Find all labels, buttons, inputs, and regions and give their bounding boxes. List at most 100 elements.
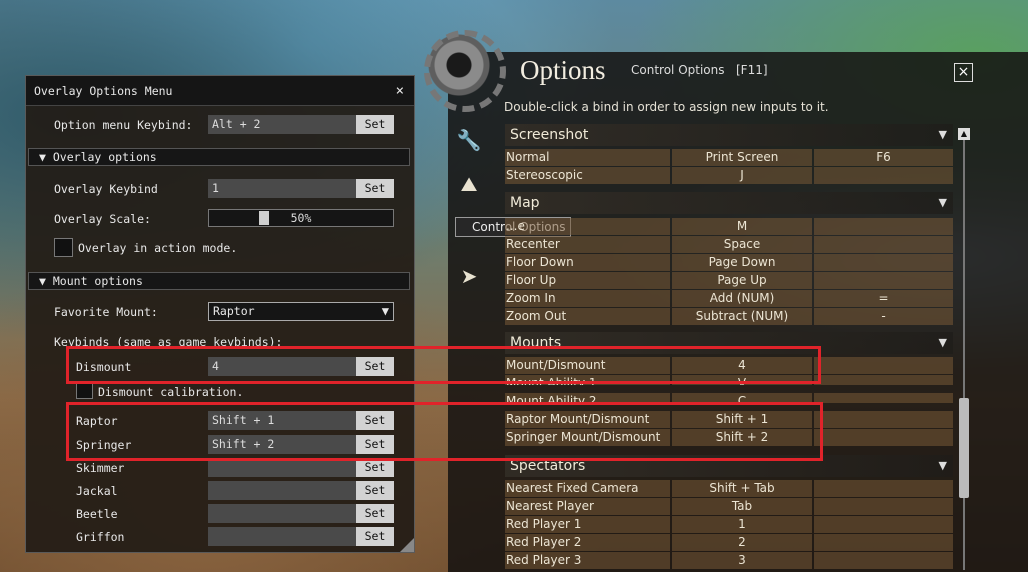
keybind-action: ...e	[505, 218, 670, 235]
keybind-row[interactable]: Red Player 3 3	[505, 552, 953, 570]
keybind-row[interactable]: ...e M	[505, 218, 953, 236]
keybind-action: Nearest Fixed Camera	[505, 480, 670, 497]
favorite-mount-select[interactable]: Raptor ▼	[208, 302, 394, 321]
dismount-calibration-row: Dismount calibration.	[26, 382, 414, 402]
wrench-icon[interactable]: 🔧	[456, 128, 482, 154]
keybind-primary[interactable]: Print Screen	[672, 149, 812, 166]
mount-keybind-field[interactable]	[208, 481, 356, 500]
section-title: Map	[510, 195, 540, 211]
keybind-primary[interactable]: Page Down	[672, 254, 812, 271]
options-scrollbar[interactable]: ▲	[958, 128, 970, 572]
mount-keybind-field[interactable]	[208, 504, 356, 523]
keybind-secondary[interactable]	[814, 357, 953, 374]
mount-name-label: Jackal	[76, 484, 118, 498]
keybind-secondary[interactable]	[814, 429, 953, 446]
mount-options-header-label: Mount options	[52, 274, 143, 288]
scroll-thumb[interactable]	[959, 398, 969, 498]
mount-set-button[interactable]: Set	[356, 481, 394, 500]
keybind-secondary[interactable]: =	[814, 290, 953, 307]
options-subtitle: Control Options	[631, 63, 725, 77]
keybind-secondary[interactable]	[814, 411, 953, 428]
slider-knob[interactable]	[259, 211, 269, 225]
keybind-row[interactable]: Red Player 1 1	[505, 516, 953, 534]
keybind-secondary[interactable]	[814, 218, 953, 235]
keybind-secondary[interactable]	[814, 254, 953, 271]
keybind-secondary[interactable]	[814, 498, 953, 515]
keybind-primary[interactable]: J	[672, 167, 812, 184]
mount-keybind-row: Beetle Set	[26, 504, 414, 524]
favorite-mount-value: Raptor	[213, 304, 255, 318]
keybind-row[interactable]: Red Player 2 2	[505, 534, 953, 552]
keybind-primary[interactable]: Shift + Tab	[672, 480, 812, 497]
mount-name-label: Griffon	[76, 530, 125, 544]
keybind-row[interactable]: Zoom In Add (NUM) =	[505, 290, 953, 308]
section-header-screenshot[interactable]: Screenshot ▼	[505, 124, 953, 146]
keybind-row[interactable]: Recenter Space	[505, 236, 953, 254]
mount-options-header[interactable]: ▼ Mount options	[28, 272, 410, 290]
options-hotkey: [F11]	[736, 63, 768, 77]
keybind-secondary[interactable]	[814, 516, 953, 533]
keybind-primary[interactable]: Space	[672, 236, 812, 253]
keybind-row[interactable]: Normal Print Screen F6	[505, 149, 953, 167]
keybind-action: Red Player 1	[505, 516, 670, 533]
keybind-row[interactable]: Stereoscopic J	[505, 167, 953, 185]
keybind-secondary[interactable]	[814, 272, 953, 289]
control-options-icon[interactable]: ➤	[456, 264, 482, 290]
scroll-up-icon[interactable]: ▲	[958, 128, 970, 140]
keybind-row[interactable]: Floor Down Page Down	[505, 254, 953, 272]
keybind-secondary[interactable]	[814, 480, 953, 497]
keybind-secondary[interactable]	[814, 167, 953, 184]
option-menu-keybind-field[interactable]: Alt + 2	[208, 115, 356, 134]
overlay-title-bar[interactable]: Overlay Options Menu ×	[26, 76, 414, 106]
dismount-calibration-checkbox[interactable]	[76, 382, 93, 399]
keybind-primary[interactable]: Subtract (NUM)	[672, 308, 812, 325]
keybind-primary[interactable]: Add (NUM)	[672, 290, 812, 307]
keybind-action: Floor Up	[505, 272, 670, 289]
keybind-primary[interactable]: 2	[672, 534, 812, 551]
close-icon[interactable]: ×	[396, 76, 404, 106]
overlay-options-header[interactable]: ▼ Overlay options	[28, 148, 410, 166]
keybind-primary[interactable]: 1	[672, 516, 812, 533]
keybind-secondary[interactable]: F6	[814, 149, 953, 166]
keybind-row[interactable]: Nearest Fixed Camera Shift + Tab	[505, 480, 953, 498]
keybind-row[interactable]: Nearest Player Tab	[505, 498, 953, 516]
highlight-mount-keybinds-box	[66, 402, 823, 461]
resize-grip-icon[interactable]	[400, 538, 414, 552]
keybind-secondary[interactable]	[814, 236, 953, 253]
section-header-map[interactable]: Map ▼	[505, 192, 953, 214]
mount-keybind-row: Griffon Set	[26, 527, 414, 547]
overlay-scale-slider[interactable]: 50%	[208, 209, 394, 227]
option-menu-keybind-set-button[interactable]: Set	[356, 115, 394, 134]
mount-keybind-row: Jackal Set	[26, 481, 414, 501]
keybind-primary[interactable]: 3	[672, 552, 812, 569]
gear-icon	[424, 30, 506, 112]
close-icon[interactable]: ×	[954, 63, 973, 82]
options-hint: Double-click a bind in order to assign n…	[504, 100, 829, 114]
keybind-secondary[interactable]: -	[814, 308, 953, 325]
overlay-options-window: Overlay Options Menu × Option menu Keybi…	[25, 75, 415, 553]
mount-set-button[interactable]: Set	[356, 504, 394, 523]
collapse-triangle-icon: ▼	[938, 336, 947, 349]
keybind-action: Recenter	[505, 236, 670, 253]
overlay-action-mode-checkbox[interactable]	[54, 238, 73, 257]
keybind-secondary[interactable]	[814, 375, 953, 385]
keybind-row[interactable]: Floor Up Page Up	[505, 272, 953, 290]
keybind-secondary[interactable]	[814, 552, 953, 569]
mount-keybind-field[interactable]	[208, 527, 356, 546]
overlay-keybind-field[interactable]: 1	[208, 179, 356, 198]
keybind-primary[interactable]: M	[672, 218, 812, 235]
collapse-triangle-icon: ▼	[938, 459, 947, 472]
keybind-secondary[interactable]	[814, 534, 953, 551]
mount-set-button[interactable]: Set	[356, 527, 394, 546]
keybind-secondary[interactable]	[814, 393, 953, 403]
keybind-action: Nearest Player	[505, 498, 670, 515]
keybind-primary[interactable]: Tab	[672, 498, 812, 515]
favorite-mount-label: Favorite Mount:	[54, 305, 158, 319]
overlay-keybind-set-button[interactable]: Set	[356, 179, 394, 198]
keybind-action: Floor Down	[505, 254, 670, 271]
overlay-scale-value: 50%	[290, 211, 312, 225]
scroll-track[interactable]	[963, 140, 965, 570]
mountain-icon[interactable]: ⛰	[456, 172, 482, 198]
keybind-row[interactable]: Zoom Out Subtract (NUM) -	[505, 308, 953, 326]
keybind-primary[interactable]: Page Up	[672, 272, 812, 289]
